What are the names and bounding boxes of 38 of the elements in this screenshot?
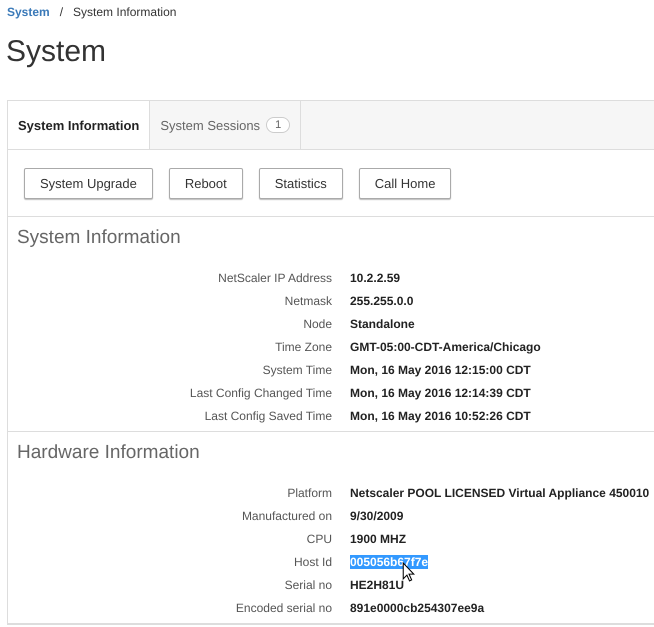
breadcrumb-link[interactable]: System — [7, 5, 50, 22]
section-title: Hardware Information — [17, 442, 201, 464]
field-label: Netmask — [284, 293, 332, 310]
section-title: System Information — [17, 227, 182, 249]
field-value: Mon, 16 May 2016 12:14:39 CDT — [350, 386, 531, 400]
page-title: System — [6, 35, 108, 70]
field-label: Manufactured on — [240, 508, 332, 525]
tab[interactable]: System Sessions 1 — [150, 101, 302, 149]
breadcrumb-current: System Information — [73, 5, 176, 21]
field-label: Last Config Saved Time — [204, 408, 332, 425]
action-button[interactable]: System Upgrade — [24, 168, 153, 199]
field-label: Node — [302, 316, 332, 333]
field-value: 005056b67f7e — [350, 555, 428, 569]
field-value: Netscaler POOL LICENSED Virtual Appliance 450010 — [350, 486, 650, 500]
field-value: 255.255.0.0 — [350, 294, 414, 308]
field-value: 891e0000cb254307ee9a — [350, 601, 484, 615]
breadcrumb-separator: / — [60, 5, 64, 21]
action-button[interactable]: Statistics — [258, 168, 343, 199]
field-value: Mon, 16 May 2016 12:15:00 CDT — [350, 363, 531, 377]
field-label: NetScaler IP Address — [217, 270, 332, 287]
field-label: Last Config Changed Time — [188, 385, 332, 402]
count-badge: 1 — [266, 117, 290, 133]
field-label: Encoded serial no — [234, 600, 332, 617]
field-label: Serial no — [284, 577, 332, 594]
field-value: 10.2.2.59 — [350, 271, 400, 285]
field-label: CPU — [306, 531, 332, 548]
action-button[interactable]: Call Home — [358, 168, 452, 199]
field-value: 9/30/2009 — [350, 509, 404, 523]
field-value: 1900 MHZ — [350, 532, 406, 546]
field-label: Host Id — [292, 554, 332, 571]
field-label: System Time — [262, 362, 332, 379]
field-label: Platform — [286, 485, 332, 502]
field-value: Mon, 16 May 2016 10:52:26 CDT — [350, 409, 531, 423]
action-button[interactable]: Reboot — [168, 168, 243, 199]
field-value: HE2H81U — [350, 578, 404, 592]
field-value: Standalone — [350, 317, 415, 331]
field-value: GMT-05:00-CDT-America/Chicago — [350, 340, 541, 354]
field-label: Time Zone — [274, 339, 332, 356]
